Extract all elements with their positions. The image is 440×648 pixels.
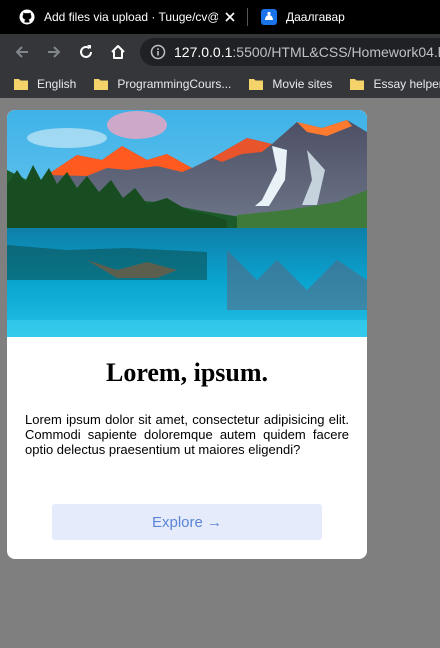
tab-title: Даалгавар	[286, 10, 345, 24]
bookmark-movie-sites[interactable]: Movie sites	[249, 77, 332, 91]
tab-strip: Add files via upload · Tuuge/cv@ Даалгав…	[0, 0, 440, 34]
reload-button[interactable]	[74, 40, 98, 64]
tab-title: Add files via upload · Tuuge/cv@	[44, 10, 218, 24]
close-tab-icon[interactable]	[222, 9, 238, 25]
page-viewport: Lorem, ipsum. Lorem ipsum dolor sit amet…	[0, 98, 440, 648]
tab-separator	[247, 8, 248, 26]
home-button[interactable]	[106, 40, 130, 64]
folder-icon	[14, 79, 28, 90]
url-host: 127.0.0.1	[174, 44, 233, 60]
bookmark-essay-helper[interactable]: Essay helper	[350, 77, 440, 91]
classroom-icon	[260, 8, 278, 26]
explore-button[interactable]: Explore →	[52, 504, 322, 540]
card: Lorem, ipsum. Lorem ipsum dolor sit amet…	[7, 110, 367, 559]
card-description: Lorem ipsum dolor sit amet, consectetur …	[25, 412, 349, 457]
card-title: Lorem, ipsum.	[105, 358, 269, 387]
bookmark-english[interactable]: English	[14, 77, 76, 91]
folder-icon	[249, 79, 264, 90]
tab-classroom[interactable]: Даалгавар	[250, 0, 440, 34]
bookmark-label: Essay helper	[373, 77, 440, 91]
bookmark-label: Movie sites	[272, 77, 333, 91]
mountain-lake-image	[7, 110, 367, 337]
folder-icon	[94, 79, 109, 90]
url-text: 127.0.0.1:5500/HTML&CSS/Homework04.ht	[174, 44, 440, 60]
back-button[interactable]	[10, 40, 34, 64]
url-path: :5500/HTML&CSS/Homework04.ht	[232, 44, 440, 60]
forward-button[interactable]	[42, 40, 66, 64]
address-bar[interactable]: 127.0.0.1:5500/HTML&CSS/Homework04.ht	[140, 38, 440, 66]
folder-icon	[350, 79, 365, 90]
browser-toolbar: 127.0.0.1:5500/HTML&CSS/Homework04.ht	[0, 34, 440, 70]
arrow-right-icon	[48, 46, 61, 58]
bookmark-label: ProgrammingCours...	[117, 77, 232, 91]
info-icon[interactable]	[150, 44, 166, 60]
home-icon	[111, 45, 125, 59]
reload-icon	[80, 45, 92, 58]
tab-github[interactable]: Add files via upload · Tuuge/cv@	[0, 0, 246, 34]
bookmarks-bar: English ProgrammingCours... Movie sites …	[0, 70, 440, 98]
bookmark-label: English	[37, 77, 77, 91]
bookmark-programming-courses[interactable]: ProgrammingCours...	[94, 77, 231, 91]
card-image	[7, 110, 367, 337]
arrow-left-icon	[15, 46, 28, 58]
github-icon	[18, 8, 36, 26]
